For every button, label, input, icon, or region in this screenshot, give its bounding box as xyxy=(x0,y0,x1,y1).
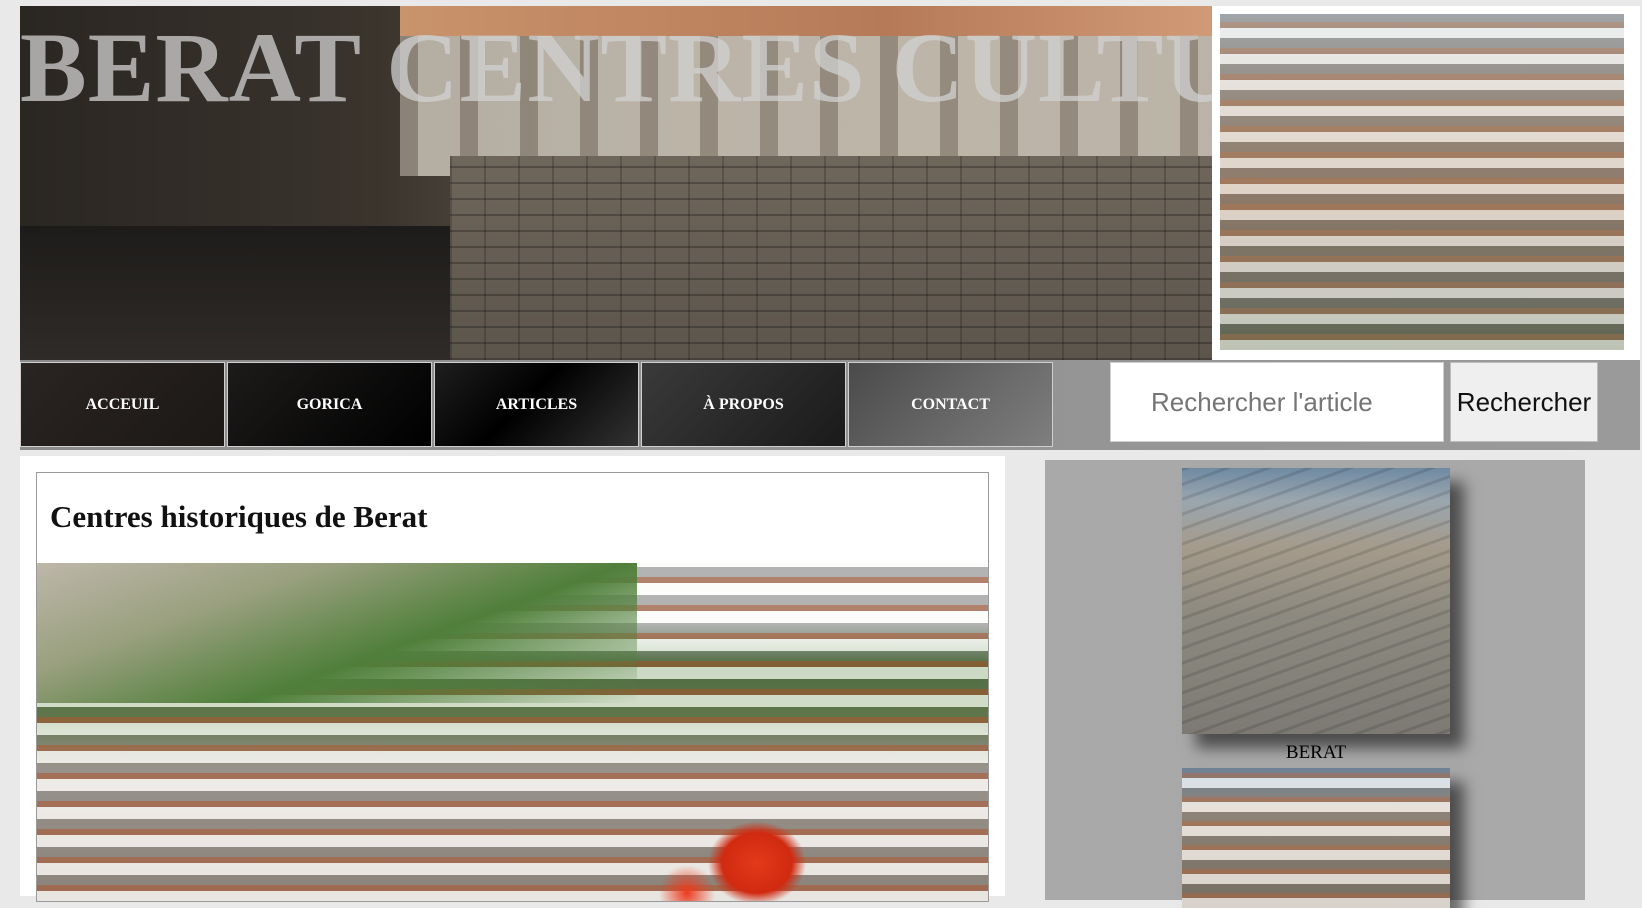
nav-item-acceuil[interactable]: ACCEUIL xyxy=(20,362,225,447)
search-button[interactable]: Rechercher xyxy=(1450,362,1598,442)
nav-item-contact[interactable]: CONTACT xyxy=(848,362,1053,447)
article-photo xyxy=(37,563,988,901)
berat-hillside-photo xyxy=(1220,14,1624,350)
sidebar-photo-caption: BERAT xyxy=(1285,742,1347,763)
sidebar-photo-berat-houses[interactable] xyxy=(1182,768,1450,908)
search-input[interactable] xyxy=(1110,362,1444,442)
site-title: BERAT CENTRES CULTURELLES xyxy=(20,12,1212,123)
sidebar-photo-cobblestone-street[interactable] xyxy=(1182,468,1450,734)
nav-item-a-propos[interactable]: À PROPOS xyxy=(641,362,846,447)
header-photo-frame xyxy=(1212,6,1640,360)
nav-item-gorica[interactable]: GORICA xyxy=(227,362,432,447)
nav-item-articles[interactable]: ARTICLES xyxy=(434,362,639,447)
main-navigation: ACCEUIL GORICA ARTICLES À PROPOS CONTACT… xyxy=(20,360,1640,450)
sidebar-container: BERAT xyxy=(1035,452,1595,908)
sidebar: BERAT xyxy=(1045,460,1585,908)
article-title: Centres historiques de Berat xyxy=(50,499,428,534)
article-card: Centres historiques de Berat xyxy=(36,472,989,902)
header-banner: BERAT CENTRES CULTURELLES xyxy=(20,6,1212,360)
main-content: Centres historiques de Berat xyxy=(20,456,1005,902)
